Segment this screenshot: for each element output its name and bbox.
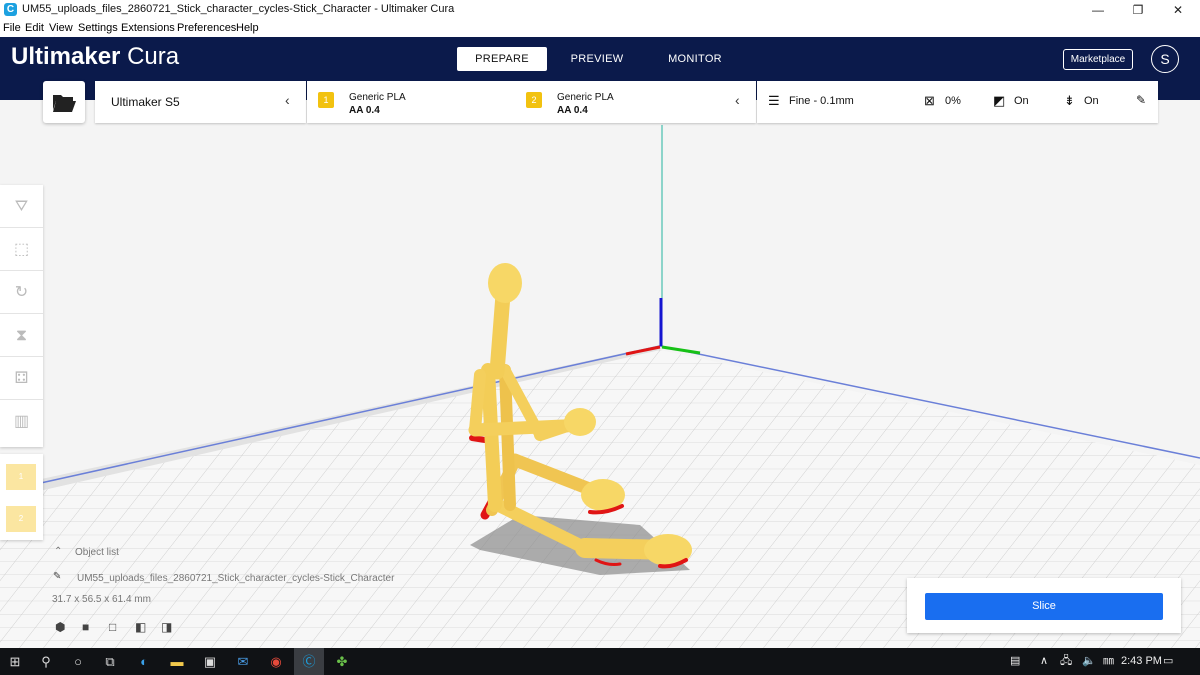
profile-label: Fine - 0.1mm	[789, 95, 854, 107]
search-icon[interactable]: ⚲	[31, 648, 61, 675]
overhang-highlight	[469, 435, 488, 443]
extruder-2-core: AA 0.4	[557, 105, 588, 116]
printer-name: Ultimaker S5	[111, 95, 180, 109]
store-icon[interactable]: ▣	[195, 648, 225, 675]
cortana-icon[interactable]: ○	[63, 648, 93, 675]
marketplace-button[interactable]: Marketplace	[1063, 49, 1133, 70]
edge-icon[interactable]: ◐	[129, 648, 159, 675]
tab-prepare[interactable]: PREPARE	[457, 47, 547, 71]
network-icon[interactable]: 🖧	[1060, 648, 1072, 675]
chevron-up-icon[interactable]: ∧	[1040, 648, 1048, 675]
language-icon[interactable]: ㎜	[1103, 648, 1114, 675]
top-view-icon[interactable]: □	[109, 620, 116, 634]
extruder-configuration[interactable]: 1 Generic PLA AA 0.4 2 Generic PLA AA 0.…	[307, 81, 756, 123]
move-icon[interactable]: ⛛	[0, 185, 43, 228]
menu-edit[interactable]: Edit	[25, 22, 44, 34]
file-explorer-icon[interactable]: ▬	[162, 648, 192, 675]
chevron-up-icon[interactable]: ⌃	[54, 546, 62, 557]
per-model-settings-icon[interactable]: ⚃	[0, 357, 43, 400]
window-title-bar: C UM55_uploads_files_2860721_Stick_chara…	[0, 0, 1200, 20]
open-file-button[interactable]	[43, 81, 85, 123]
object-dimensions: 31.7 x 56.5 x 61.4 mm	[52, 594, 151, 605]
logo-light: Cura	[127, 43, 180, 70]
3d-view-icon[interactable]: ⬢	[55, 620, 65, 634]
menu-preferences[interactable]: Preferences	[177, 22, 236, 34]
mirror-icon[interactable]: ⧗	[0, 314, 43, 357]
extruder-2-tool[interactable]: 2	[6, 506, 36, 532]
windows-taskbar: ⊞ ⚲ ○ ⧉ ◐ ▬ ▣ ✉ ◉ Ⓒ ✤ ▤ ∧ 🖧 🔈 ㎜ 2:43 PM …	[0, 648, 1200, 675]
account-avatar[interactable]: S	[1151, 45, 1179, 73]
menu-help[interactable]: Help	[236, 22, 259, 34]
folder-open-icon	[53, 95, 76, 112]
tab-preview[interactable]: PREVIEW	[556, 47, 638, 71]
window-title: UM55_uploads_files_2860721_Stick_charact…	[22, 3, 455, 15]
logo-bold: Ultimaker	[11, 43, 121, 70]
chevron-left-icon: ‹	[285, 92, 290, 108]
tab-monitor[interactable]: MONITOR	[650, 47, 740, 71]
menu-view[interactable]: View	[49, 22, 73, 34]
mail-icon[interactable]: ✉	[228, 648, 258, 675]
support-value: On	[1014, 95, 1029, 107]
close-button[interactable]: ✕	[1156, 0, 1200, 20]
task-view-icon[interactable]: ⧉	[95, 648, 125, 675]
menu-extensions[interactable]: Extensions	[121, 22, 175, 34]
cura-app-icon: C	[4, 3, 17, 16]
app-icon[interactable]: ✤	[327, 648, 357, 675]
left-toolbar: ⛛ ⬚ ↻ ⧗ ⚃ ▥	[0, 185, 43, 447]
infill-icon: ⊠	[924, 93, 935, 108]
app-logo: Ultimaker Cura	[11, 43, 179, 71]
extruder-1-tool[interactable]: 1	[6, 464, 36, 490]
3d-viewport[interactable]	[0, 123, 1200, 648]
menu-file[interactable]: File	[3, 22, 21, 34]
view-orientation-buttons: ⬢ ■ □ ◧ ◨	[55, 620, 185, 636]
menu-settings[interactable]: Settings	[78, 22, 118, 34]
support-icon: ◩	[993, 93, 1006, 108]
object-list-label[interactable]: Object list	[75, 547, 119, 558]
windows-start-icon[interactable]: ⊞	[0, 648, 30, 675]
adhesion-value: On	[1084, 95, 1099, 107]
extruder-1-core: AA 0.4	[349, 105, 380, 116]
print-settings-selector[interactable]: ☰ Fine - 0.1mm ⊠ 0% ◩ On ⇟ On ✎	[757, 81, 1158, 123]
extruder-2-material: Generic PLA	[557, 92, 614, 103]
restore-button[interactable]: ❐	[1116, 0, 1160, 20]
chevron-left-icon: ‹	[735, 92, 740, 108]
chrome-icon[interactable]: ◉	[261, 648, 291, 675]
left-view-icon[interactable]: ◧	[135, 620, 146, 634]
rotate-icon[interactable]: ↻	[0, 271, 43, 314]
scale-icon[interactable]: ⬚	[0, 228, 43, 271]
extruder-toolbar: 1 2	[0, 454, 43, 540]
front-view-icon[interactable]: ■	[82, 620, 89, 634]
support-blocker-icon[interactable]: ▥	[0, 400, 43, 443]
extruder-1-badge: 1	[318, 92, 334, 108]
minimize-button[interactable]: —	[1076, 0, 1120, 20]
menu-bar: File Edit View Settings Extensions Prefe…	[0, 20, 1200, 37]
notifications-icon[interactable]: ▭	[1163, 648, 1173, 675]
pencil-icon: ✎	[53, 571, 62, 582]
volume-icon[interactable]: 🔈	[1082, 648, 1096, 675]
adhesion-icon: ⇟	[1064, 93, 1075, 108]
cura-taskbar-icon[interactable]: Ⓒ	[294, 648, 324, 675]
infill-value: 0%	[945, 95, 961, 107]
right-view-icon[interactable]: ◨	[161, 620, 172, 634]
profile-icon: ☰	[768, 93, 780, 108]
edit-pencil-icon[interactable]: ✎	[1136, 93, 1146, 107]
taskbar-clock[interactable]: 2:43 PM	[1121, 648, 1162, 675]
object-name: UM55_uploads_files_2860721_Stick_charact…	[77, 573, 395, 584]
slice-button[interactable]: Slice	[925, 593, 1163, 620]
extruder-2-badge: 2	[526, 92, 542, 108]
printer-selector[interactable]: Ultimaker S5 ‹	[95, 81, 306, 123]
extruder-1-material: Generic PLA	[349, 92, 406, 103]
action-panel: Slice	[907, 578, 1181, 633]
keyboard-icon[interactable]: ▤	[1010, 648, 1020, 675]
